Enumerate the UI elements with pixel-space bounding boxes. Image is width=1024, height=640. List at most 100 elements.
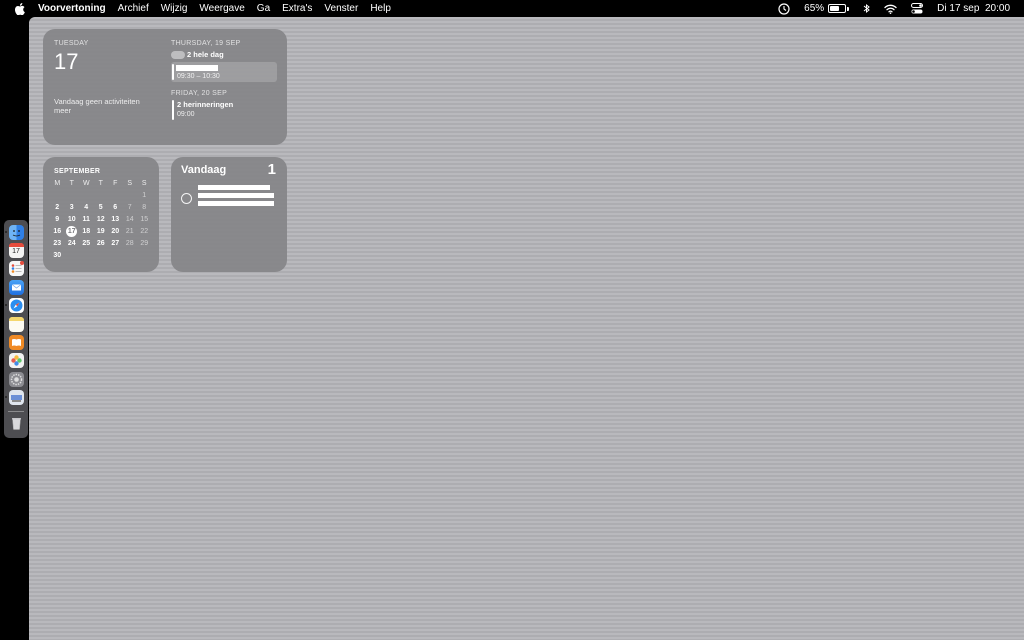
day-cell[interactable]: 13 bbox=[108, 214, 123, 226]
all-day-label: 2 hele dag bbox=[187, 50, 224, 59]
day-number: 8 bbox=[142, 204, 147, 211]
day-number: 23 bbox=[53, 240, 62, 247]
menu-venster[interactable]: Venster bbox=[324, 3, 358, 14]
no-events-text: Vandaag geen activiteiten meer bbox=[54, 97, 140, 115]
day-number: 13 bbox=[111, 216, 120, 223]
bluetooth-icon[interactable] bbox=[863, 3, 870, 14]
section-date-friday: FRIDAY, 20 SEP bbox=[171, 90, 228, 97]
preview-icon[interactable] bbox=[4, 390, 24, 406]
safari-icon[interactable] bbox=[4, 298, 24, 314]
day-cell[interactable]: 20 bbox=[108, 226, 123, 238]
calendar-icon[interactable]: 17 bbox=[8, 243, 24, 259]
day-cell[interactable]: 28 bbox=[123, 238, 138, 250]
reminders-entry[interactable]: 2 herinneringen 09:00 bbox=[171, 100, 277, 120]
day-number: 14 bbox=[125, 216, 134, 223]
menu-wijzig[interactable]: Wijzig bbox=[161, 3, 188, 14]
event-title-redacted bbox=[176, 65, 218, 71]
day-number: 12 bbox=[96, 216, 105, 223]
menu-bar: Voorvertoning Archief Wijzig Weergave Ga… bbox=[0, 0, 1024, 17]
day-cell[interactable]: 19 bbox=[94, 226, 109, 238]
day-cell[interactable]: 16 bbox=[50, 226, 65, 238]
day-cell[interactable]: 12 bbox=[94, 214, 109, 226]
control-center-icon[interactable] bbox=[911, 3, 924, 14]
all-day-events[interactable]: 2 hele dag bbox=[171, 50, 277, 59]
day-number: 2 bbox=[55, 204, 60, 211]
weekday-header: S bbox=[141, 180, 147, 187]
reminders-list-title: Vandaag bbox=[181, 164, 227, 176]
section-date-thursday: THURSDAY, 19 SEP bbox=[171, 40, 241, 47]
day-number: 25 bbox=[82, 240, 91, 247]
finder-icon[interactable] bbox=[4, 224, 24, 240]
today-day-cell[interactable]: 17 bbox=[65, 226, 80, 238]
day-cell[interactable]: 9 bbox=[50, 214, 65, 226]
day-cell[interactable]: 2 bbox=[50, 202, 65, 214]
day-cell[interactable]: 29 bbox=[137, 238, 152, 250]
dock: 17 bbox=[4, 220, 28, 438]
day-number: 1 bbox=[142, 192, 147, 199]
day-cell[interactable]: 5 bbox=[94, 202, 109, 214]
wifi-icon[interactable] bbox=[884, 4, 897, 14]
reminders-widget[interactable]: Vandaag 1 bbox=[171, 157, 287, 272]
day-cell[interactable]: 14 bbox=[123, 214, 138, 226]
day-cell[interactable]: 24 bbox=[65, 238, 80, 250]
weekday-header: F bbox=[113, 180, 118, 187]
menu-app-name[interactable]: Voorvertoning bbox=[38, 3, 106, 14]
day-cell[interactable]: 22 bbox=[137, 226, 152, 238]
day-cell[interactable]: 21 bbox=[123, 226, 138, 238]
menu-weergave[interactable]: Weergave bbox=[199, 3, 244, 14]
reminders-icon[interactable] bbox=[8, 261, 24, 277]
running-indicator bbox=[4, 230, 7, 233]
day-cell[interactable]: 15 bbox=[137, 214, 152, 226]
menu-help[interactable]: Help bbox=[370, 3, 391, 14]
mail-icon[interactable] bbox=[8, 279, 24, 295]
battery-icon bbox=[828, 4, 847, 13]
day-number: 19 bbox=[96, 228, 105, 235]
menu-archief[interactable]: Archief bbox=[118, 3, 149, 14]
day-number: 17 bbox=[66, 226, 78, 237]
day-number: 22 bbox=[140, 228, 149, 235]
day-cell[interactable]: 26 bbox=[94, 238, 109, 250]
day-cell[interactable]: 7 bbox=[123, 202, 138, 214]
notes-icon[interactable] bbox=[8, 316, 24, 332]
day-cell[interactable]: 8 bbox=[137, 202, 152, 214]
day-cell[interactable]: 4 bbox=[79, 202, 94, 214]
calendar-month-widget[interactable]: SEPTEMBER M T W T F S S 1 2 3 4 5 6 7 8 9 10 11 12 13 14 15 16… bbox=[43, 157, 159, 272]
system-settings-icon[interactable] bbox=[8, 371, 24, 387]
day-cell[interactable]: 11 bbox=[79, 214, 94, 226]
reminder-checkbox[interactable] bbox=[181, 193, 192, 204]
battery-status[interactable]: 65% bbox=[804, 3, 850, 14]
day-number: 3 bbox=[69, 204, 74, 211]
books-icon[interactable] bbox=[8, 334, 24, 350]
running-indicator bbox=[4, 304, 7, 307]
time-machine-icon[interactable] bbox=[778, 2, 790, 15]
day-cell[interactable]: 30 bbox=[50, 250, 65, 262]
photos-icon[interactable] bbox=[8, 353, 24, 369]
menu-extras[interactable]: Extra's bbox=[282, 3, 312, 14]
day-cell[interactable]: 25 bbox=[79, 238, 94, 250]
apple-menu-icon[interactable] bbox=[12, 0, 28, 17]
weekday-header: W bbox=[82, 180, 90, 187]
day-cell[interactable]: 3 bbox=[65, 202, 80, 214]
weekday-header: S bbox=[127, 180, 133, 187]
day-cell[interactable]: 23 bbox=[50, 238, 65, 250]
day-cell[interactable]: 27 bbox=[108, 238, 123, 250]
menu-clock[interactable]: Di 17 sep 20:00 bbox=[937, 3, 1010, 14]
empty-day-cell bbox=[108, 190, 123, 202]
calendar-event[interactable]: 09:30 – 10:30 bbox=[171, 62, 277, 82]
day-cell[interactable]: 10 bbox=[65, 214, 80, 226]
calendar-up-next-widget[interactable]: TUESDAY 17 Vandaag geen activiteiten mee… bbox=[43, 29, 287, 145]
day-cell[interactable]: 1 bbox=[137, 190, 152, 202]
day-number: 11 bbox=[82, 216, 90, 223]
day-cell[interactable]: 18 bbox=[79, 226, 94, 238]
empty-day-cell bbox=[123, 190, 138, 202]
dock-separator bbox=[8, 410, 24, 412]
menu-ga[interactable]: Ga bbox=[257, 3, 270, 14]
day-number: 26 bbox=[96, 240, 105, 247]
redacted-line bbox=[198, 201, 274, 206]
all-day-icon bbox=[171, 50, 185, 59]
day-number: 4 bbox=[84, 204, 89, 211]
empty-day-cell bbox=[65, 190, 80, 202]
day-cell[interactable]: 6 bbox=[108, 202, 123, 214]
reminder-item-redacted[interactable] bbox=[198, 185, 274, 206]
trash-icon[interactable] bbox=[9, 416, 24, 431]
